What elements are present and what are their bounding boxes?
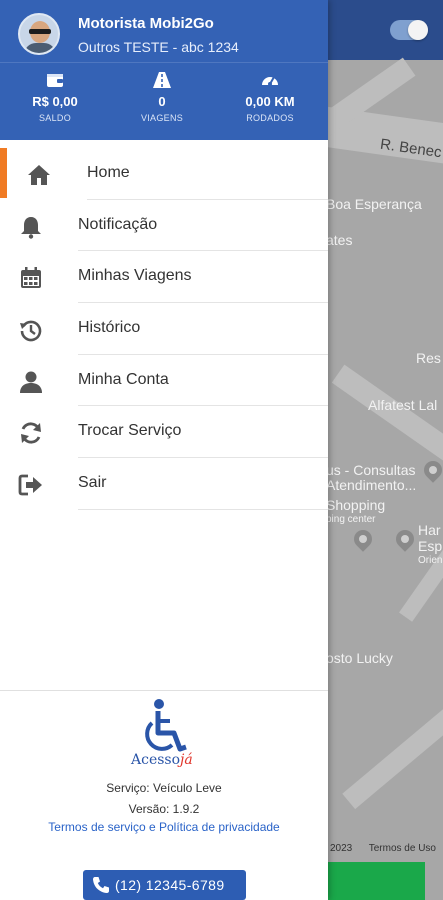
map-action-button[interactable] bbox=[328, 862, 425, 900]
driver-vehicle: Outros TESTE - abc 1234 bbox=[78, 39, 239, 55]
map-place-label: Res bbox=[416, 350, 441, 366]
distance-label: RODADOS bbox=[246, 113, 294, 123]
service-info: Serviço: Veículo Leve bbox=[106, 781, 222, 795]
map-place-label: Alfatest Lal bbox=[368, 397, 438, 413]
map-place-label: ping center bbox=[326, 514, 376, 525]
terms-privacy-link[interactable]: Termos de serviço e Política de privacid… bbox=[0, 820, 328, 834]
balance-label: SALDO bbox=[38, 113, 71, 123]
wallet-icon bbox=[47, 74, 63, 87]
map-place-label: Orien bbox=[418, 555, 443, 566]
stat-balance: R$ 0,00 SALDO bbox=[5, 70, 105, 123]
version-info: Versão: 1.9.2 bbox=[128, 802, 200, 816]
toggle-knob bbox=[408, 20, 428, 40]
menu-item-label: Histórico bbox=[78, 319, 141, 337]
map-place-label: Shopping bbox=[326, 497, 386, 513]
balance-value: R$ 0,00 bbox=[32, 94, 78, 109]
menu-item-history[interactable]: Histórico bbox=[0, 303, 328, 355]
menu-item-switch-service[interactable]: Trocar Serviço bbox=[0, 406, 328, 459]
menu-item-label: Sair bbox=[78, 474, 107, 492]
map-road bbox=[342, 690, 443, 810]
menu-item-my-account[interactable]: Minha Conta bbox=[0, 355, 328, 407]
menu-item-home[interactable]: Home bbox=[0, 148, 328, 200]
road-icon bbox=[153, 72, 171, 88]
online-toggle[interactable] bbox=[390, 20, 428, 40]
drawer-header: Motorista Mobi2Go Outros TESTE - abc 123… bbox=[0, 0, 328, 140]
active-indicator bbox=[0, 148, 7, 198]
map-footer-year: 2023 bbox=[330, 843, 353, 854]
menu-item-label: Home bbox=[87, 164, 130, 181]
menu-item-label: Minhas Viagens bbox=[78, 267, 192, 285]
driver-name: Motorista Mobi2Go bbox=[78, 15, 214, 32]
map-place-label: Atendimento... bbox=[326, 477, 417, 493]
logo-text: Acessojá bbox=[131, 752, 193, 768]
map-pin-icon[interactable] bbox=[350, 526, 376, 552]
trips-label: VIAGENS bbox=[140, 113, 184, 123]
user-icon bbox=[20, 371, 42, 393]
trips-value: 0 bbox=[158, 94, 166, 109]
menu-item-logout[interactable]: Sair bbox=[0, 458, 328, 510]
map-pin-icon[interactable] bbox=[420, 457, 443, 483]
avatar[interactable] bbox=[18, 13, 60, 55]
map-footer: 2023 Termos de Uso bbox=[330, 843, 436, 854]
map-place-label: ates bbox=[326, 232, 353, 248]
phone-call-button[interactable]: (12) 12345-6789 bbox=[83, 870, 246, 900]
stat-trips: 0 VIAGENS bbox=[112, 70, 212, 123]
map-place-label: Boa Esperança bbox=[326, 196, 422, 212]
drawer-menu: Home Notificação Minhas Viagens Históric… bbox=[0, 148, 328, 510]
calendar-icon bbox=[21, 267, 41, 289]
history-icon bbox=[20, 320, 42, 342]
phone-icon bbox=[93, 877, 109, 893]
sign-out-icon bbox=[18, 474, 42, 496]
map-terms-link[interactable]: Termos de Uso bbox=[369, 843, 436, 854]
header-divider bbox=[0, 62, 328, 63]
sync-icon bbox=[21, 422, 41, 444]
map-place-label: osto Lucky bbox=[326, 650, 393, 666]
home-icon bbox=[28, 165, 50, 185]
navigation-drawer: Motorista Mobi2Go Outros TESTE - abc 123… bbox=[0, 0, 328, 900]
footer-divider bbox=[0, 690, 328, 691]
map-place-label: Har bbox=[418, 522, 441, 538]
speedometer-icon bbox=[262, 76, 278, 86]
stat-distance: 0,00 KM RODADOS bbox=[220, 70, 320, 123]
bell-icon bbox=[21, 216, 41, 239]
phone-number: (12) 12345-6789 bbox=[115, 877, 225, 893]
menu-item-label: Minha Conta bbox=[78, 370, 169, 388]
map-place-label: Esp bbox=[418, 538, 443, 554]
menu-item-notification[interactable]: Notificação bbox=[0, 200, 328, 252]
menu-item-label: Trocar Serviço bbox=[78, 422, 182, 440]
map-pin-icon[interactable] bbox=[392, 526, 418, 552]
menu-item-my-trips[interactable]: Minhas Viagens bbox=[0, 251, 328, 304]
distance-value: 0,00 KM bbox=[245, 94, 295, 109]
map-place-label: us - Consultas bbox=[326, 462, 416, 478]
menu-item-label: Notificação bbox=[78, 215, 158, 233]
